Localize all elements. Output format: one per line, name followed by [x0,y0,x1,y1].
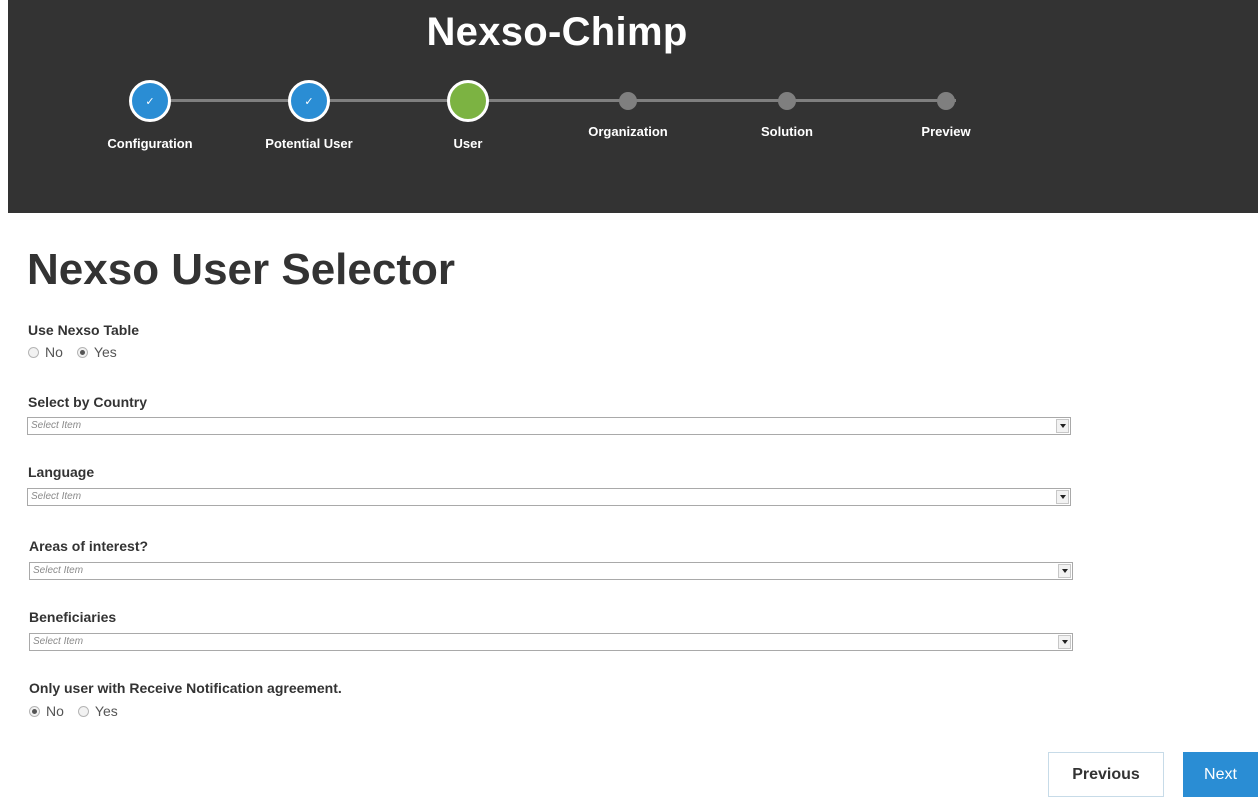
dropdown-arrow-icon[interactable] [1058,564,1071,578]
step-solution-label: Solution [761,124,813,139]
country-select-placeholder: Select Item [31,420,82,431]
step-preview-indicator[interactable] [937,92,955,110]
next-button[interactable]: Next [1183,752,1258,797]
step-potential-user-label: Potential User [265,136,353,151]
step-configuration-label: Configuration [107,136,193,151]
notification-yes-label[interactable]: Yes [95,703,118,719]
page-title: Nexso User Selector [27,245,455,294]
country-label: Select by Country [28,394,148,410]
areas-of-interest-label: Areas of interest? [29,538,149,554]
dropdown-arrow-icon[interactable] [1056,490,1069,504]
dropdown-arrow-icon[interactable] [1058,635,1071,649]
app-title: Nexso-Chimp [426,10,688,54]
language-select[interactable]: Select Item [27,488,1071,506]
use-nexso-table-radio-group: No Yes [28,344,131,360]
use-nexso-table-no-label[interactable]: No [45,344,63,360]
beneficiaries-select[interactable]: Select Item [29,633,1073,651]
step-solution-indicator[interactable] [778,92,796,110]
use-nexso-table-yes-label[interactable]: Yes [94,344,117,360]
country-select[interactable]: Select Item [27,417,1071,435]
step-user-indicator[interactable] [447,80,489,122]
language-select-placeholder: Select Item [31,491,82,502]
previous-button[interactable]: Previous [1048,752,1164,797]
beneficiaries-label: Beneficiaries [29,609,117,625]
use-nexso-table-no-radio[interactable] [28,346,39,358]
areas-of-interest-select-placeholder: Select Item [33,565,84,576]
notification-agreement-radio-group: No Yes [29,703,132,719]
check-icon: ✓ [145,95,155,108]
notification-no-radio[interactable] [29,705,40,717]
notification-yes-radio[interactable] [77,705,89,717]
dropdown-arrow-icon[interactable] [1056,419,1069,433]
areas-of-interest-select[interactable]: Select Item [29,562,1073,580]
step-organization-label: Organization [588,124,668,139]
step-potential-user-indicator[interactable]: ✓ [288,80,330,122]
language-label: Language [28,464,95,480]
notification-agreement-label: Only user with Receive Notification agre… [29,680,342,696]
progress-track [150,99,956,102]
use-nexso-table-yes-radio[interactable] [76,346,88,358]
step-preview-label: Preview [921,124,971,139]
wizard-header: Nexso-Chimp ✓ ✓ Configuration Potential … [8,0,1258,213]
notification-no-label[interactable]: No [46,703,64,719]
check-icon: ✓ [304,95,314,108]
step-configuration-indicator[interactable]: ✓ [129,80,171,122]
step-user-label: User [453,136,483,151]
use-nexso-table-label: Use Nexso Table [28,322,140,338]
step-organization-indicator[interactable] [619,92,637,110]
beneficiaries-select-placeholder: Select Item [33,636,84,647]
